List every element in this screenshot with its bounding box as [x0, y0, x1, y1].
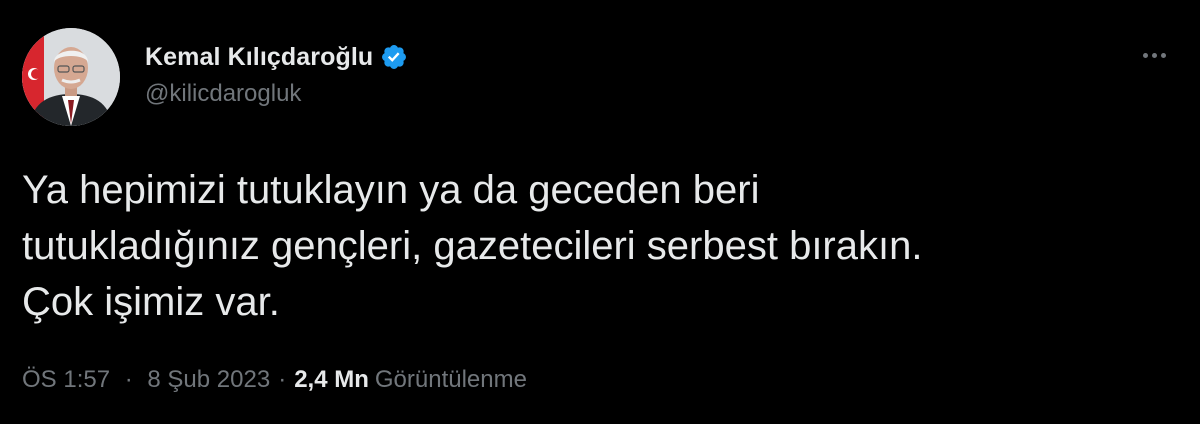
more-options-icon[interactable] [1134, 40, 1174, 70]
tweet-timestamp-link[interactable]: ÖS 1:57 · 8 Şub 2023 [22, 366, 270, 394]
avatar[interactable] [22, 28, 120, 126]
more-dot [1142, 52, 1148, 58]
views-label: Görüntülenme [374, 366, 527, 393]
tweet-metadata: ÖS 1:57 · 8 Şub 2023 · 2,4 Mn Görüntülen… [22, 366, 527, 394]
author-display-name[interactable]: Kemal Kılıçdaroğlu [145, 43, 373, 72]
tweet-text-line: Çok işimiz var. [22, 280, 280, 324]
meta-separator: · [124, 366, 133, 393]
tweet-text: Ya hepimizi tutuklayın ya da geceden ber… [22, 162, 1172, 330]
author-name-row: Kemal Kılıçdaroğlu [145, 40, 408, 74]
views-link[interactable]: 2,4 Mn Görüntülenme [294, 366, 527, 394]
more-dot [1151, 52, 1157, 58]
views-count: 2,4 Mn [294, 366, 369, 393]
meta-separator: · [278, 366, 287, 393]
tweet-text-line: tutukladığınız gençleri, gazetecileri se… [22, 224, 923, 268]
tweet-time: ÖS 1:57 [22, 366, 111, 393]
more-dot [1160, 52, 1166, 58]
verified-badge-icon [380, 43, 408, 71]
author-handle[interactable]: @kilicdarogluk [145, 80, 301, 108]
tweet-date: 8 Şub 2023 [147, 366, 271, 393]
tweet-text-line: Ya hepimizi tutuklayın ya da geceden ber… [22, 168, 760, 212]
profile-photo-icon [22, 28, 120, 126]
tweet-card: Kemal Kılıçdaroğlu @kilicdarogluk Ya hep… [0, 0, 1200, 424]
